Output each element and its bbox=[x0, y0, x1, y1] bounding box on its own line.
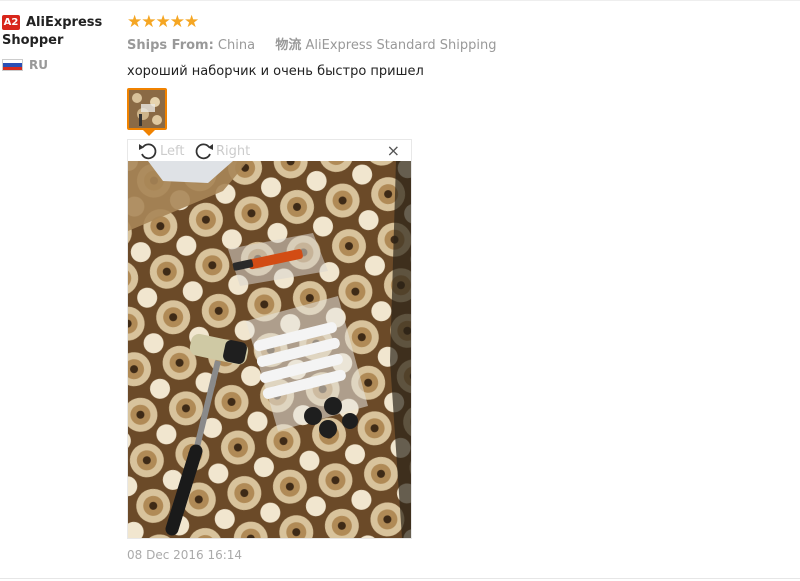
star-rating: ★★★★★ bbox=[127, 12, 199, 32]
reviewer-info: A2 AliExpress Shopper RU bbox=[2, 14, 120, 72]
rotate-right-icon bbox=[195, 143, 213, 160]
close-viewer-button[interactable]: × bbox=[387, 142, 400, 160]
rotate-left-label: Left bbox=[160, 143, 185, 159]
photo-viewer: Left Right × bbox=[127, 139, 412, 539]
review-photo bbox=[128, 161, 411, 538]
review-photo-thumbnail[interactable] bbox=[127, 88, 167, 130]
bottom-divider bbox=[0, 578, 800, 579]
ships-from-label: Ships From: bbox=[127, 38, 214, 53]
reviewer-country: RU bbox=[2, 58, 120, 72]
buyer-level-badge: A2 bbox=[2, 15, 20, 30]
review-text: хороший наборчик и очень быстро пришел bbox=[127, 64, 424, 79]
rotate-right-label: Right bbox=[216, 143, 251, 159]
rotate-left-button[interactable]: Left bbox=[138, 141, 184, 161]
rotate-right-button[interactable]: Right bbox=[194, 141, 250, 161]
country-code: RU bbox=[29, 58, 48, 72]
rotate-left-icon bbox=[139, 143, 157, 160]
review-date: 08 Dec 2016 16:14 bbox=[127, 548, 243, 562]
review-body: ★★★★★ Ships From: China 物流 AliExpress St… bbox=[127, 12, 797, 81]
reviewer-name-row: A2 AliExpress Shopper bbox=[2, 14, 120, 50]
logistics-label: 物流 bbox=[275, 38, 302, 53]
logistics-value: AliExpress Standard Shipping bbox=[305, 38, 497, 53]
top-divider bbox=[0, 0, 800, 1]
thumbnail-selected-arrow bbox=[142, 129, 156, 136]
shipping-info: Ships From: China 物流 AliExpress Standard… bbox=[127, 37, 797, 55]
russia-flag-icon bbox=[2, 59, 23, 71]
photo-viewer-toolbar: Left Right × bbox=[128, 140, 411, 161]
ships-from-value: China bbox=[217, 38, 256, 53]
